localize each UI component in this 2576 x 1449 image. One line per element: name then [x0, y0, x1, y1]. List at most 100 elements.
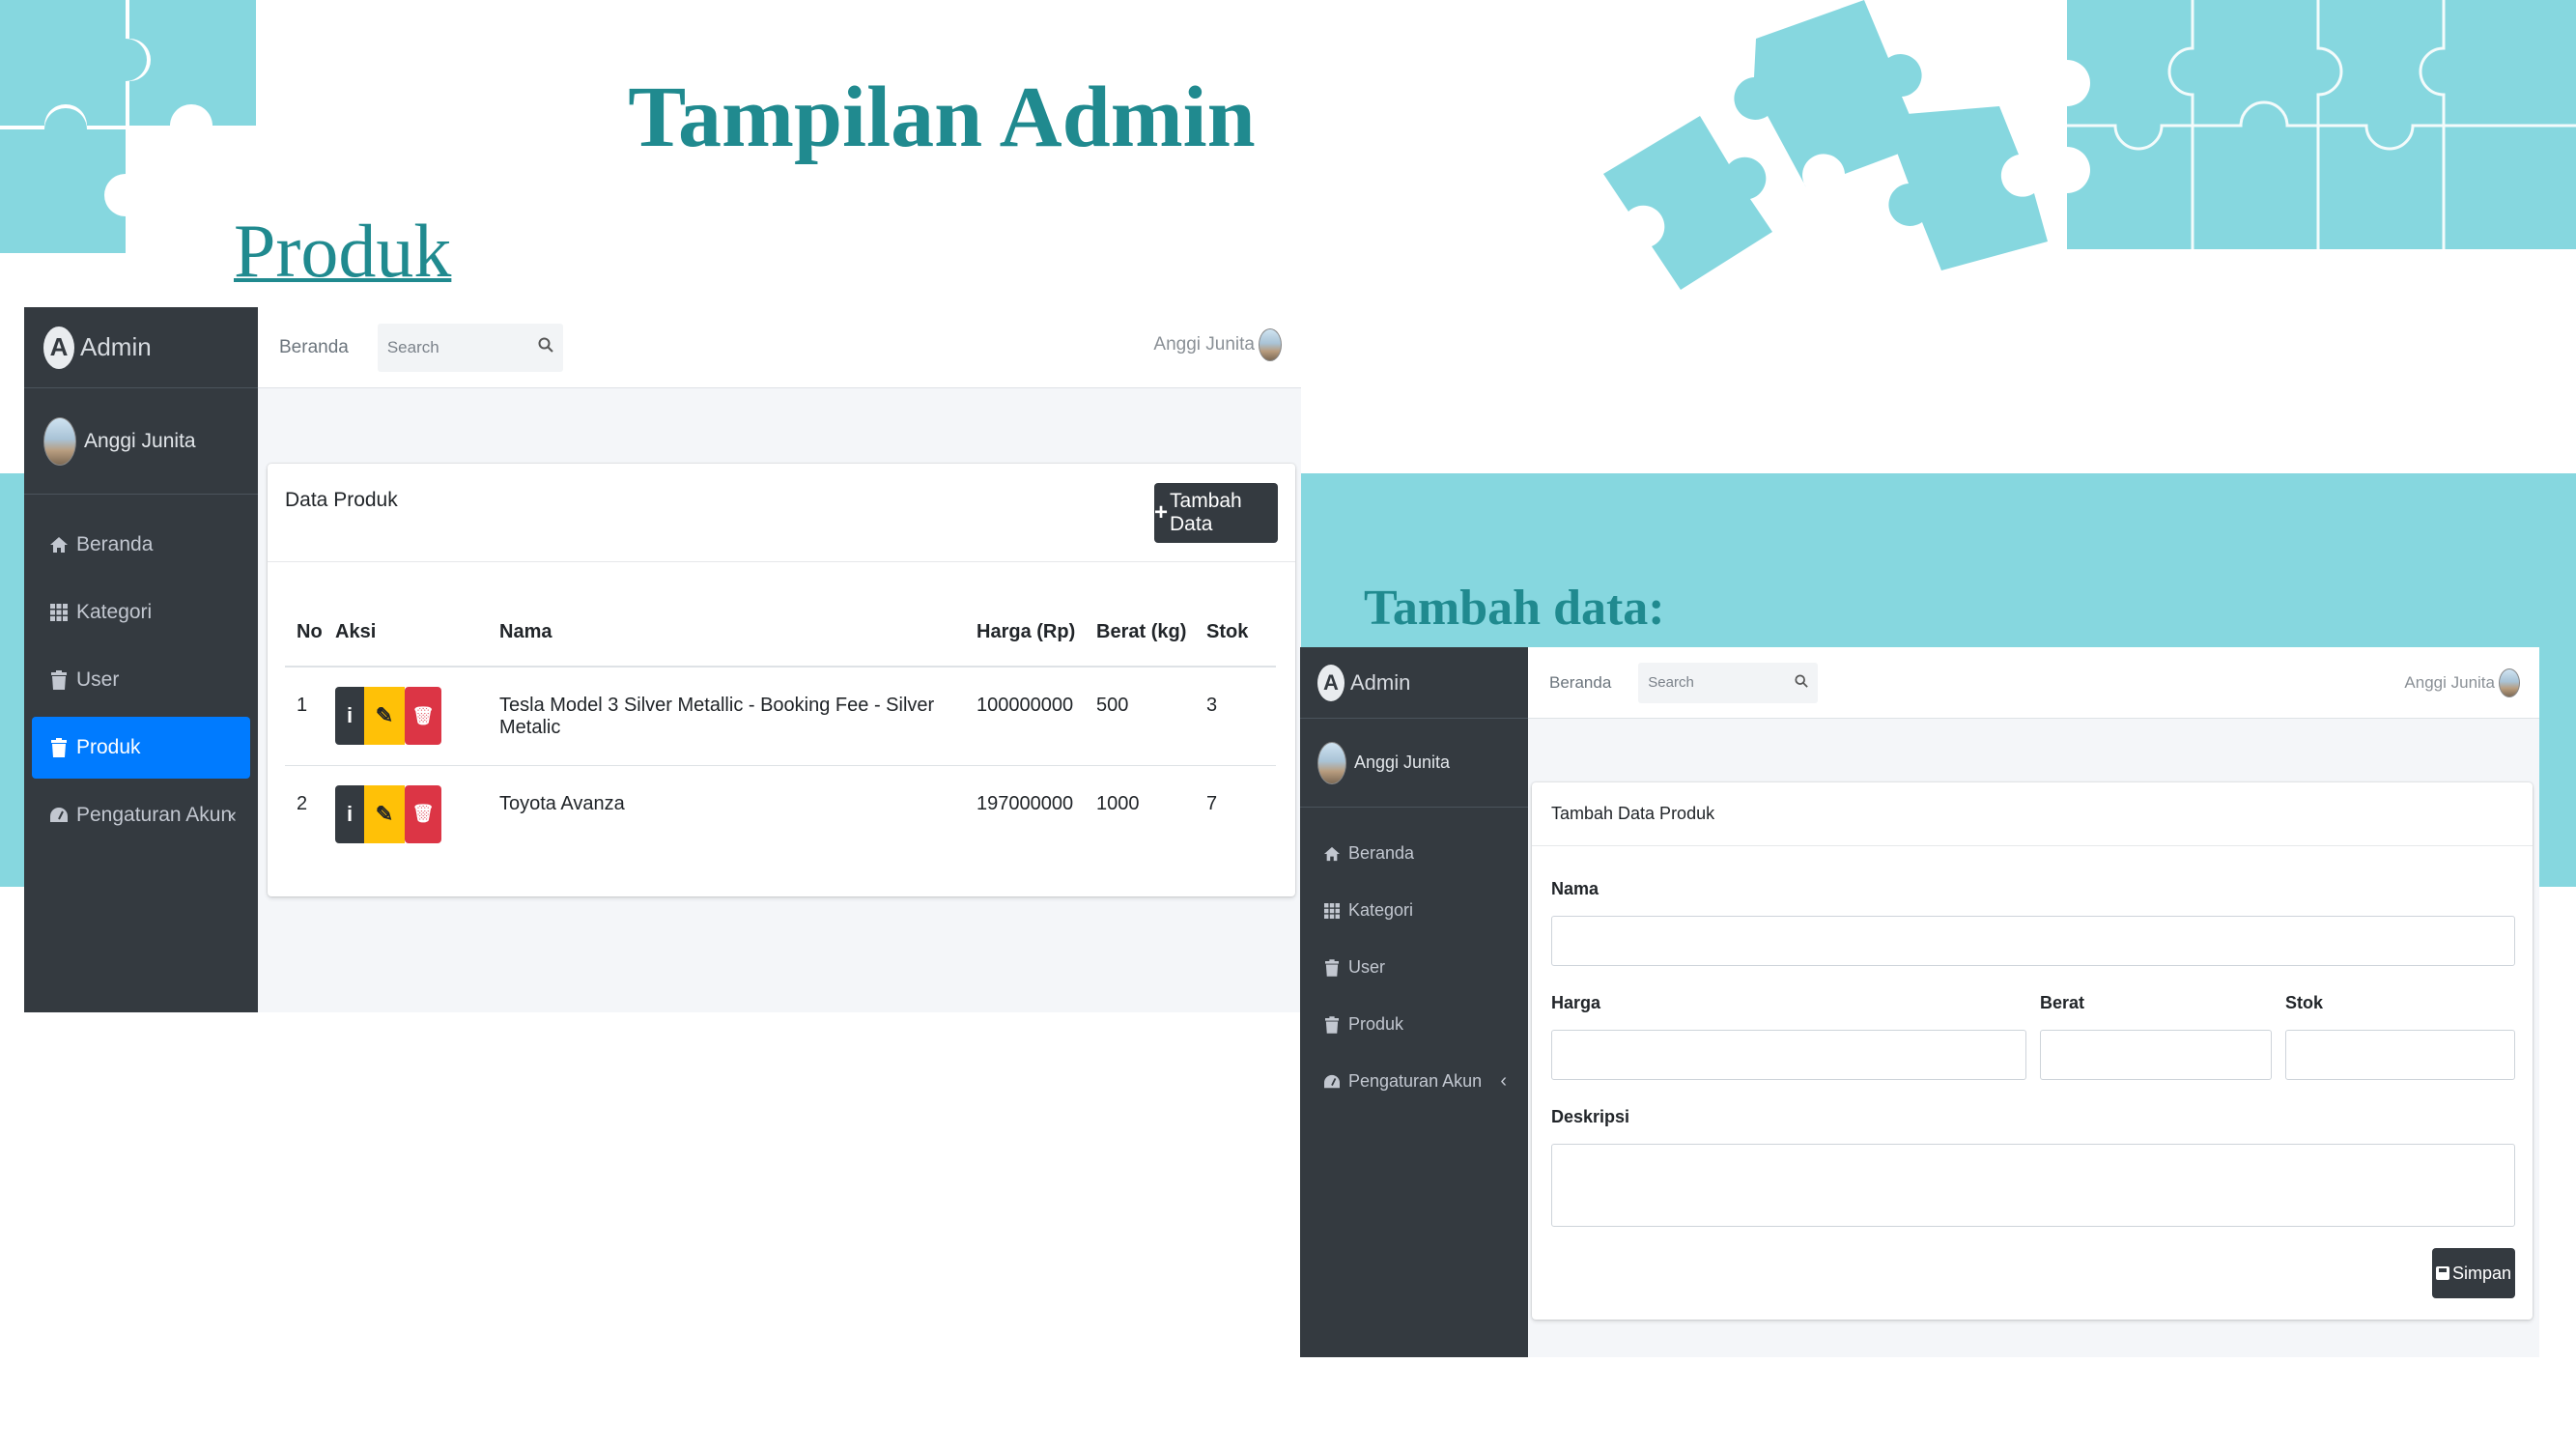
- dashboard-icon: [1323, 1074, 1341, 1090]
- table-row: 2 i ✎ 🗑 Toyota Avanza 197000000 1000 7: [285, 765, 1276, 864]
- card-header: Data Produk + Tambah Data: [268, 464, 1295, 562]
- edit-button[interactable]: ✎: [364, 784, 405, 843]
- sidebar-item-label: Produk: [1348, 1014, 1404, 1034]
- user-name: Anggi Junita: [84, 429, 196, 452]
- sidebar-item-user[interactable]: User: [1308, 939, 1520, 996]
- trash-icon: [1323, 958, 1341, 977]
- save-icon: [2435, 1266, 2449, 1280]
- deskripsi-label: Deskripsi: [1551, 1107, 1630, 1126]
- brand-logo-icon: A: [43, 326, 74, 369]
- save-button[interactable]: Simpan: [2432, 1248, 2515, 1298]
- harga-field[interactable]: [1551, 1030, 2026, 1080]
- section-link-produk[interactable]: Produk: [234, 208, 451, 295]
- sidebar-item-produk[interactable]: Produk: [32, 717, 250, 779]
- cell-stok: 7: [1206, 792, 1218, 814]
- berat-label: Berat: [2040, 993, 2085, 1012]
- nav-home-link[interactable]: Beranda: [279, 337, 349, 358]
- search-icon[interactable]: [538, 337, 553, 357]
- sidebar-item-user[interactable]: User: [32, 649, 250, 711]
- sidebar-item-pengaturan-akun[interactable]: Pengaturan Akun ‹: [1308, 1053, 1520, 1110]
- harga-label: Harga: [1551, 993, 1601, 1012]
- trash-icon: [49, 670, 69, 690]
- sidebar-item-kategori[interactable]: Kategori: [1308, 882, 1520, 939]
- chevron-left-icon: ‹: [229, 803, 237, 827]
- stok-label: Stok: [2285, 993, 2324, 1012]
- cell-no: 1: [297, 695, 308, 716]
- info-button[interactable]: i: [335, 784, 364, 843]
- sidebar: A Admin Anggi Junita Beranda Kategori Us…: [24, 307, 258, 1012]
- sidebar-item-kategori[interactable]: Kategori: [32, 582, 250, 643]
- sidebar-item-label: User: [1348, 957, 1386, 977]
- cell-nama: Toyota Avanza: [499, 792, 625, 814]
- topbar: Beranda Search Anggi Junita: [1528, 647, 2539, 719]
- trash-icon: [49, 738, 69, 757]
- sidebar-item-label: Kategori: [76, 601, 153, 623]
- sidebar-item-label: Beranda: [1348, 843, 1415, 863]
- home-icon: [49, 536, 69, 554]
- add-data-label: Tambah Data: [1170, 490, 1242, 535]
- table-row: 1 i ✎ 🗑 Tesla Model 3 Silver Metallic - …: [285, 667, 1276, 765]
- edit-button[interactable]: ✎: [364, 687, 405, 745]
- grid-icon: [49, 604, 69, 621]
- card-title: Tambah Data Produk: [1551, 804, 1715, 823]
- sidebar-item-beranda[interactable]: Beranda: [1308, 825, 1520, 882]
- sidebar-item-produk[interactable]: Produk: [1308, 996, 1520, 1053]
- info-button[interactable]: i: [335, 687, 364, 745]
- plus-icon: +: [1154, 499, 1169, 526]
- brand[interactable]: A Admin: [1300, 647, 1528, 719]
- topbar-avatar: [1259, 328, 1282, 361]
- cell-berat: 500: [1096, 695, 1129, 716]
- add-data-button[interactable]: + Tambah Data: [1154, 483, 1278, 543]
- topbar-user-name: Anggi Junita: [1153, 334, 1255, 355]
- brand-name: Admin: [80, 332, 152, 361]
- user-panel[interactable]: Anggi Junita: [1300, 719, 1528, 808]
- search-placeholder: Search: [1648, 674, 1694, 691]
- deskripsi-textarea[interactable]: [1551, 1144, 2515, 1227]
- search-input[interactable]: Search: [1638, 662, 1819, 703]
- topbar-user[interactable]: Anggi Junita: [1153, 328, 1282, 361]
- sidebar-item-label: Kategori: [1348, 900, 1414, 920]
- col-berat: Berat (kg): [1096, 621, 1187, 642]
- save-label: Simpan: [2451, 1263, 2512, 1283]
- section-subtitle: Tambah data:: [1364, 581, 1665, 636]
- dashboard-icon: [49, 807, 69, 824]
- berat-field[interactable]: [2040, 1030, 2272, 1080]
- brand-logo-icon: A: [1317, 664, 1345, 701]
- sidebar: A Admin Anggi Junita Beranda Kategori Us…: [1300, 647, 1528, 1357]
- produk-screenshot: A Admin Anggi Junita Beranda Kategori Us…: [24, 307, 1301, 1012]
- search-input[interactable]: Search: [377, 323, 563, 372]
- trash-icon: [1323, 1015, 1341, 1034]
- card-title: Data Produk: [285, 489, 398, 511]
- search-icon[interactable]: [1795, 673, 1809, 692]
- topbar-user[interactable]: Anggi Junita: [2404, 668, 2520, 697]
- cell-harga: 100000000: [977, 695, 1074, 716]
- nama-field[interactable]: [1551, 916, 2515, 966]
- sidebar-item-label: Pengaturan Akun: [76, 804, 233, 826]
- sidebar-item-beranda[interactable]: Beranda: [32, 514, 250, 576]
- table-header-row: No Aksi Nama Harga (Rp) Berat (kg) Stok: [285, 599, 1276, 667]
- sidebar-item-pengaturan-akun[interactable]: Pengaturan Akun ‹: [32, 784, 250, 846]
- avatar: [43, 416, 76, 466]
- chevron-left-icon: ‹: [1500, 1070, 1507, 1092]
- cell-nama: Tesla Model 3 Silver Metallic - Booking …: [499, 695, 935, 738]
- col-aksi: Aksi: [335, 621, 377, 642]
- grid-icon: [1323, 902, 1341, 919]
- sidebar-item-label: Beranda: [76, 533, 154, 555]
- sidebar-item-label: User: [76, 668, 120, 691]
- user-name: Anggi Junita: [1354, 753, 1451, 772]
- avatar: [1317, 741, 1346, 784]
- col-no: No: [297, 621, 323, 642]
- search-placeholder: Search: [386, 337, 439, 356]
- sidebar-item-label: Produk: [76, 736, 141, 758]
- delete-button[interactable]: 🗑: [405, 687, 441, 745]
- stok-field[interactable]: [2285, 1030, 2515, 1080]
- nav-home-link[interactable]: Beranda: [1549, 673, 1611, 693]
- delete-button[interactable]: 🗑: [405, 784, 441, 843]
- brand-name: Admin: [1350, 669, 1411, 695]
- cell-actions: i ✎ 🗑: [335, 667, 499, 765]
- sidebar-item-label: Pengaturan Akun: [1348, 1071, 1483, 1091]
- slide-title: Tampilan Admin: [628, 70, 1256, 165]
- user-panel[interactable]: Anggi Junita: [24, 388, 258, 495]
- brand[interactable]: A Admin: [24, 307, 258, 388]
- tambah-data-card: Tambah Data Produk Nama Harga Berat Stok…: [1532, 782, 2533, 1320]
